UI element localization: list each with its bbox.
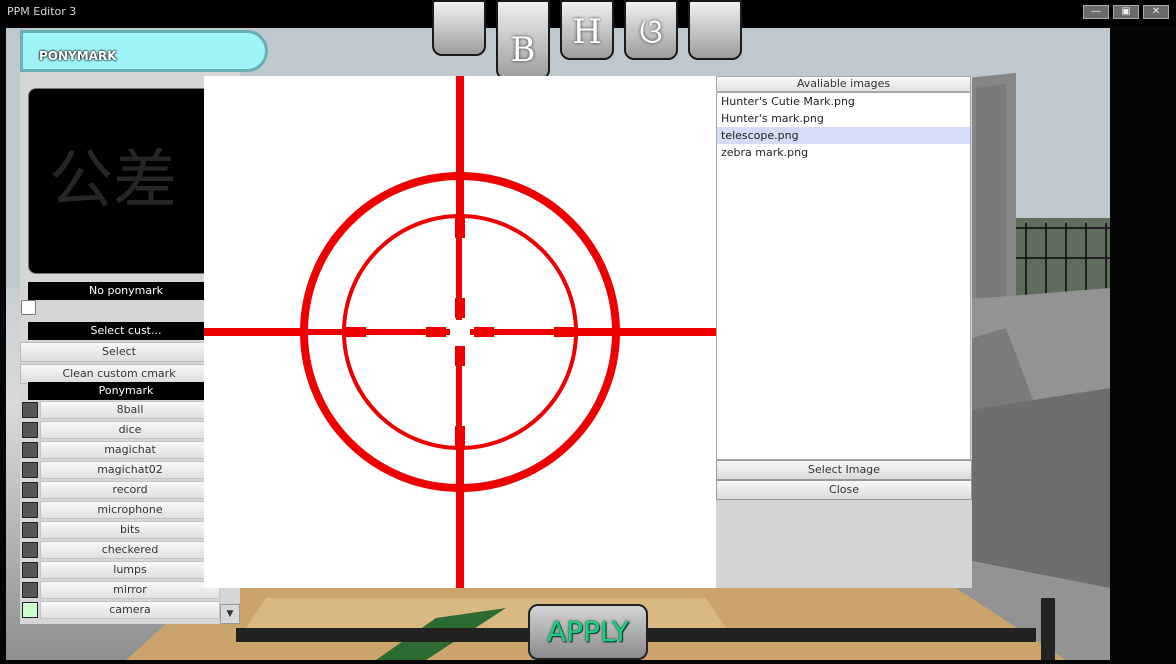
mid-dash-right [554, 327, 576, 337]
ponymark-item-magichat[interactable]: magichat [40, 441, 220, 459]
ponymark-item-bits[interactable]: bits [40, 521, 220, 539]
center-dash-left [426, 327, 446, 337]
ponymark-header: PONYMARK [20, 30, 268, 72]
window-title: PPM Editor 3 [7, 5, 77, 18]
crosshair-top [456, 76, 464, 224]
image-preview-canvas [204, 76, 716, 588]
current-ponymark-label: No ponymark [28, 282, 224, 300]
ponymark-swatch[interactable] [22, 442, 38, 458]
list-item[interactable]: Hunter's Cutie Mark.png [717, 93, 970, 110]
select-custom-field[interactable]: Select cust... [28, 322, 224, 340]
close-button[interactable]: Close [716, 480, 972, 500]
tab-mane[interactable]: ଓ [624, 0, 678, 60]
list-item-selected[interactable]: telescope.png [717, 127, 970, 144]
ponymark-item-checkered[interactable]: checkered [40, 541, 220, 559]
select-button[interactable]: Select [20, 342, 218, 362]
ponymark-item-8ball[interactable]: 8ball [40, 401, 220, 419]
ponymark-item-lumps[interactable]: lumps [40, 561, 220, 579]
tab-body[interactable] [432, 0, 486, 56]
ponymark-swatch[interactable] [22, 462, 38, 478]
ponymark-item-microphone[interactable]: microphone [40, 501, 220, 519]
scroll-down-icon[interactable]: ▼ [220, 604, 240, 624]
center-dash-right [474, 327, 494, 337]
crosshair-bottom [456, 428, 464, 588]
image-picker-panel: Avaliable images Hunter's Cutie Mark.png… [716, 76, 972, 588]
select-image-button[interactable]: Select Image [716, 460, 972, 480]
ponymark-swatch[interactable] [22, 402, 38, 418]
available-images-header: Avaliable images [716, 76, 971, 92]
list-item[interactable]: zebra mark.png [717, 144, 970, 161]
ponymark-item-record[interactable]: record [40, 481, 220, 499]
clean-custom-cmark-button[interactable]: Clean custom cmark [20, 364, 218, 384]
apply-button[interactable]: APPLY [528, 604, 648, 660]
ponymark-swatch-selected[interactable] [22, 602, 38, 618]
ponymark-swatch[interactable] [22, 502, 38, 518]
tab-swirl-glyph: ଓ [639, 12, 663, 52]
close-window-button[interactable]: ✕ [1143, 5, 1169, 19]
ponymark-swatch[interactable] [22, 542, 38, 558]
tab-extra[interactable] [688, 0, 742, 60]
center-dash-bottom [455, 346, 465, 366]
custom-mark-checkbox[interactable] [21, 300, 36, 315]
crosshair-left [204, 328, 304, 336]
crosshair-right [554, 328, 716, 336]
mid-dash-bottom [455, 426, 465, 448]
preview-text: 公差 [49, 144, 177, 218]
ponymark-swatch[interactable] [22, 422, 38, 438]
ponymark-item-dice[interactable]: dice [40, 421, 220, 439]
mid-dash-left [344, 327, 366, 337]
ponymark-swatch[interactable] [22, 482, 38, 498]
list-item[interactable]: Hunter's mark.png [717, 110, 970, 127]
tab-b-glyph: B [510, 30, 536, 70]
cutie-mark-preview: 公差 [28, 88, 210, 274]
ponymark-swatch[interactable] [22, 562, 38, 578]
tab-h-glyph: H [572, 12, 602, 52]
ponymark-item-camera[interactable]: camera [40, 601, 220, 619]
ponymark-item-magichat02[interactable]: magichat02 [40, 461, 220, 479]
ponymark-section-label: Ponymark [28, 382, 224, 400]
minimize-button[interactable]: — [1083, 5, 1109, 19]
image-file-list[interactable]: Hunter's Cutie Mark.png Hunter's mark.pn… [716, 92, 971, 460]
ponymark-swatch[interactable] [22, 522, 38, 538]
mid-dash-top [455, 216, 465, 238]
ponymark-swatch[interactable] [22, 582, 38, 598]
ponymark-item-mirror[interactable]: mirror [40, 581, 220, 599]
ponymark-header-label: PONYMARK [39, 49, 117, 63]
maximize-button[interactable]: ▣ [1113, 5, 1139, 19]
crosshair-image [204, 76, 716, 588]
tab-body-style[interactable]: B [496, 0, 550, 80]
tab-head[interactable]: H [560, 0, 614, 60]
center-dash-top [455, 298, 465, 318]
